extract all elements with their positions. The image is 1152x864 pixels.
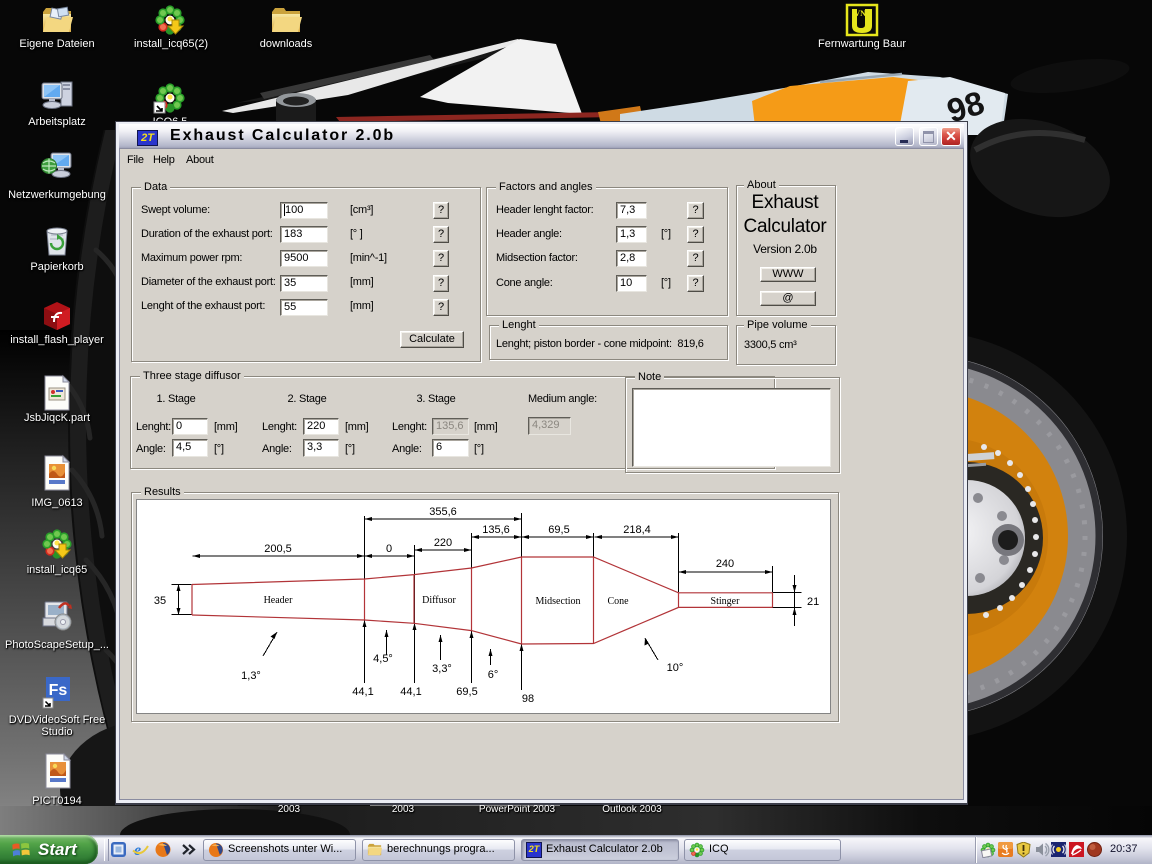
svg-text:135,6: 135,6 (482, 524, 510, 536)
svg-text:3,3°: 3,3° (432, 663, 452, 675)
svg-text:218,4: 218,4 (623, 524, 651, 536)
svg-text:21: 21 (807, 596, 819, 608)
svg-text:Cone: Cone (607, 596, 629, 607)
svg-text:10°: 10° (667, 662, 684, 674)
svg-text:220: 220 (434, 537, 452, 549)
svg-text:44,1: 44,1 (352, 686, 373, 698)
svg-text:44,1: 44,1 (400, 686, 421, 698)
svg-text:6°: 6° (488, 669, 499, 681)
svg-text:69,5: 69,5 (548, 524, 569, 536)
svg-text:69,5: 69,5 (456, 686, 477, 698)
svg-text:Header: Header (264, 595, 294, 606)
svg-text:4,5°: 4,5° (373, 653, 393, 665)
svg-text:Stinger: Stinger (711, 596, 741, 607)
svg-text:355,6: 355,6 (429, 506, 457, 518)
svg-text:Diffusor: Diffusor (422, 595, 456, 606)
svg-text:Midsection: Midsection (536, 596, 581, 607)
svg-text:240: 240 (716, 558, 734, 570)
svg-text:200,5: 200,5 (264, 543, 292, 555)
svg-text:98: 98 (522, 693, 534, 705)
svg-text:e: e (134, 842, 141, 859)
svg-text:35: 35 (154, 595, 166, 607)
svg-text:0: 0 (386, 543, 392, 555)
svg-text:VNC: VNC (854, 9, 872, 18)
svg-text:1,3°: 1,3° (241, 670, 261, 682)
svg-text:Fs: Fs (49, 682, 68, 699)
